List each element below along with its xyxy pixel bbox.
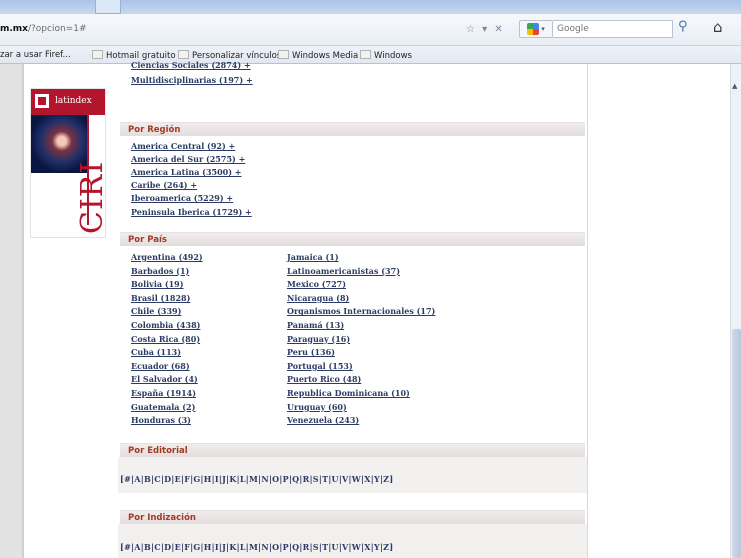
country-link[interactable]: Jamaica (1) bbox=[287, 252, 339, 262]
url-host: m.mx bbox=[0, 24, 28, 34]
home-icon[interactable]: ⌂ bbox=[713, 18, 723, 36]
bookmark-page-icon bbox=[178, 50, 189, 59]
region-link[interactable]: America del Sur (2575) + bbox=[131, 154, 245, 164]
search-input[interactable] bbox=[553, 20, 673, 38]
country-link[interactable]: Brasil (1828) bbox=[131, 293, 190, 303]
bookmark-windows[interactable]: Windows bbox=[360, 50, 412, 61]
country-link[interactable]: Peru (136) bbox=[287, 347, 335, 357]
magnifier-icon[interactable]: ⚲ bbox=[678, 19, 688, 34]
vertical-scrollbar[interactable]: ▲ bbox=[730, 64, 741, 558]
country-link[interactable]: Republica Dominicana (10) bbox=[287, 388, 410, 398]
country-link[interactable]: Guatemala (2) bbox=[131, 402, 195, 412]
bookmark-windows-media[interactable]: Windows Media bbox=[278, 50, 358, 61]
country-link[interactable]: Ecuador (68) bbox=[131, 361, 190, 371]
country-link[interactable]: Honduras (3) bbox=[131, 415, 191, 425]
google-logo-icon bbox=[527, 23, 540, 35]
link-ciencias-sociales[interactable]: Ciencias Sociales (2874) + bbox=[131, 60, 251, 70]
country-link[interactable]: El Salvador (4) bbox=[131, 374, 198, 384]
region-link[interactable]: Caribe (264) + bbox=[131, 180, 197, 190]
bookmark-get-started[interactable]: zar a usar Firef... bbox=[0, 50, 71, 60]
page-content: latindex CIRI Ciencias Sociales (2874) +… bbox=[0, 60, 730, 558]
section-header-editorial: Por Editorial bbox=[120, 443, 585, 457]
country-link[interactable]: Chile (339) bbox=[131, 306, 181, 316]
region-link[interactable]: America Central (92) + bbox=[131, 141, 235, 151]
left-divider bbox=[22, 64, 24, 558]
indizacion-band bbox=[118, 524, 587, 558]
country-link[interactable]: Bolivia (19) bbox=[131, 279, 184, 289]
region-link[interactable]: Peninsula Iberica (1729) + bbox=[131, 207, 252, 217]
country-link[interactable]: España (1914) bbox=[131, 388, 196, 398]
country-link[interactable]: Panamá (13) bbox=[287, 320, 344, 330]
browser-tab[interactable] bbox=[95, 0, 121, 14]
logo-wordmark: CIRI bbox=[75, 160, 106, 234]
country-link[interactable]: Paraguay (16) bbox=[287, 334, 350, 344]
ciri-latindex-logo[interactable]: latindex CIRI bbox=[30, 88, 106, 238]
region-link[interactable]: America Latina (3500) + bbox=[131, 167, 242, 177]
country-link[interactable]: Colombia (438) bbox=[131, 320, 200, 330]
latindex-mark-icon bbox=[35, 94, 49, 108]
country-link[interactable]: Barbados (1) bbox=[131, 266, 189, 276]
address-bar[interactable]: m.mx/?opcion=1# bbox=[0, 24, 86, 34]
logo-brand-text: latindex bbox=[55, 96, 92, 106]
country-link[interactable]: Portugal (153) bbox=[287, 361, 353, 371]
scroll-up-arrow-icon[interactable]: ▲ bbox=[732, 82, 737, 90]
country-link[interactable]: Mexico (727) bbox=[287, 279, 346, 289]
country-link[interactable]: Puerto Rico (48) bbox=[287, 374, 361, 384]
search-engine-selector[interactable]: ▾ bbox=[519, 20, 553, 38]
country-link[interactable]: Latinoamericanistas (37) bbox=[287, 266, 400, 276]
country-link[interactable]: Costa Rica (80) bbox=[131, 334, 200, 344]
scrollbar-thumb[interactable] bbox=[732, 329, 741, 558]
right-divider bbox=[587, 64, 588, 558]
country-link[interactable]: Argentina (492) bbox=[131, 252, 203, 262]
country-link[interactable]: Uruguay (60) bbox=[287, 402, 347, 412]
section-header-indizacion: Por Indización bbox=[120, 510, 585, 524]
indizacion-alphabet-index[interactable]: [#|A|B|C|D|E|F|G|H|I|J|K|L|M|N|O|P|Q|R|S… bbox=[120, 542, 393, 552]
bookmark-page-icon bbox=[278, 50, 289, 59]
tab-strip bbox=[0, 0, 741, 14]
region-link[interactable]: Iberoamerica (5229) + bbox=[131, 193, 233, 203]
chevron-down-icon: ▾ bbox=[541, 25, 545, 33]
section-header-region: Por Región bbox=[120, 122, 585, 136]
country-link[interactable]: Nicaragua (8) bbox=[287, 293, 349, 303]
section-header-pais: Por País bbox=[120, 232, 585, 246]
link-multidisciplinarias[interactable]: Multidisciplinarias (197) + bbox=[131, 75, 253, 85]
country-link[interactable]: Cuba (113) bbox=[131, 347, 181, 357]
url-controls[interactable]: ☆ ▾ ✕ bbox=[466, 24, 505, 35]
bookmark-page-icon bbox=[92, 50, 103, 59]
editorial-alphabet-index[interactable]: [#|A|B|C|D|E|F|G|H|I|J|K|L|M|N|O|P|Q|R|S… bbox=[120, 474, 393, 484]
left-gutter bbox=[0, 64, 22, 558]
bookmark-page-icon bbox=[360, 50, 371, 59]
bookmarks-toolbar: zar a usar Firef... Hotmail gratuito Per… bbox=[0, 46, 741, 64]
url-path: /?opcion=1# bbox=[27, 24, 87, 34]
country-link[interactable]: Organismos Internacionales (17) bbox=[287, 306, 435, 316]
country-link[interactable]: Venezuela (243) bbox=[287, 415, 359, 425]
